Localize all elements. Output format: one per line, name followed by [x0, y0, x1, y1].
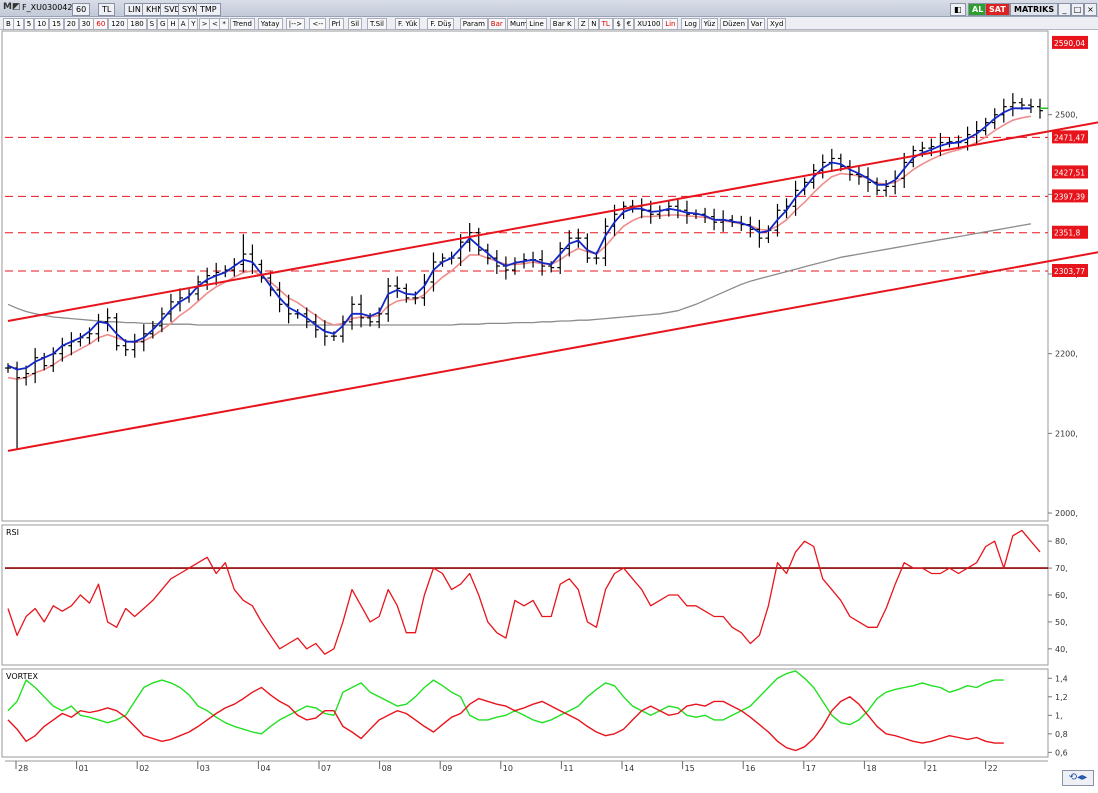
x-tick-label-10: 14 [624, 764, 634, 773]
x-tick-label-9: 11 [563, 764, 573, 773]
vortex-title: VORTEX [6, 672, 39, 681]
price-label-4: 2351,8 [1054, 229, 1080, 238]
rsi-tick-label-1: 50, [1055, 618, 1068, 627]
maximize-icon[interactable]: □ [1071, 3, 1084, 16]
chart-canvas: 2000,2100,2200,2300,2400,2500,2590,04247… [1, 30, 1098, 773]
vortex-tick-label-1: 0,8 [1055, 730, 1068, 739]
scroll-nav-icon[interactable]: ⟲◂▸ [1062, 770, 1094, 786]
vortex-tick-label-0: 0,6 [1055, 748, 1068, 757]
brand-label: MATRIKS [1010, 3, 1059, 16]
close-icon[interactable]: × [1084, 3, 1097, 16]
x-tick-label-8: 10 [503, 764, 513, 773]
price-tick-label-0: 2000, [1055, 509, 1078, 518]
price-tick-label-5: 2500, [1055, 111, 1078, 120]
price-label-3: 2397,39 [1054, 192, 1085, 201]
tmp-button[interactable]: TMP [196, 3, 221, 16]
rsi-tick-label-2: 60, [1055, 591, 1068, 600]
price-label-5: 2303,77 [1054, 267, 1085, 276]
app-logo-icon: M◩ [3, 2, 21, 12]
price-label-1: 2471,47 [1054, 133, 1085, 142]
x-tick-label-12: 16 [745, 764, 755, 773]
x-axis: 28 01 02 03 04 07 08 09 10 11 14 15 16 17 18 21 22 [5, 760, 1048, 773]
x-tick-label-3: 03 [200, 764, 210, 773]
rsi-title: RSI [6, 528, 19, 537]
title-bar: M◩ F_XU0300422 60 TL LIN KHN SVD SYM TMP… [0, 0, 1098, 17]
price-tick-label-1: 2100, [1055, 429, 1078, 438]
x-tick-label-0: 28 [18, 764, 28, 773]
price-label-2: 2427,51 [1054, 168, 1085, 177]
price-frame [1, 30, 1049, 522]
vortex-frame [1, 668, 1049, 758]
symbol-title: F_XU0300422 [22, 3, 78, 12]
x-tick-label-16: 22 [988, 764, 998, 773]
settings-icon[interactable]: ◧ [950, 3, 966, 16]
price-tick-label-2: 2200, [1055, 350, 1078, 359]
currency-selector[interactable]: TL [98, 3, 116, 16]
minimize-icon[interactable]: _ [1058, 3, 1071, 16]
vortex-tick-label-4: 1,4 [1055, 674, 1068, 683]
x-tick-label-7: 09 [442, 764, 452, 773]
rsi-tick-label-4: 80, [1055, 537, 1068, 546]
x-tick-label-15: 21 [927, 764, 937, 773]
sell-button[interactable]: SAT [985, 3, 1010, 16]
x-tick-label-14: 18 [866, 764, 876, 773]
x-tick-label-5: 07 [321, 764, 331, 773]
vortex-tick-label-2: 1, [1055, 711, 1063, 720]
vortex-tick-label-3: 1,2 [1055, 693, 1068, 702]
x-tick-label-13: 17 [806, 764, 816, 773]
rsi-tick-label-3: 70, [1055, 564, 1068, 573]
x-tick-label-4: 04 [260, 764, 270, 773]
x-tick-label-11: 15 [685, 764, 695, 773]
rsi-tick-label-0: 40, [1055, 645, 1068, 654]
period-selector[interactable]: 60 [72, 3, 91, 16]
x-tick-label-1: 01 [79, 764, 89, 773]
x-tick-label-2: 02 [139, 764, 149, 773]
x-tick-label-6: 08 [382, 764, 392, 773]
price-label-0: 2590,04 [1054, 39, 1085, 48]
